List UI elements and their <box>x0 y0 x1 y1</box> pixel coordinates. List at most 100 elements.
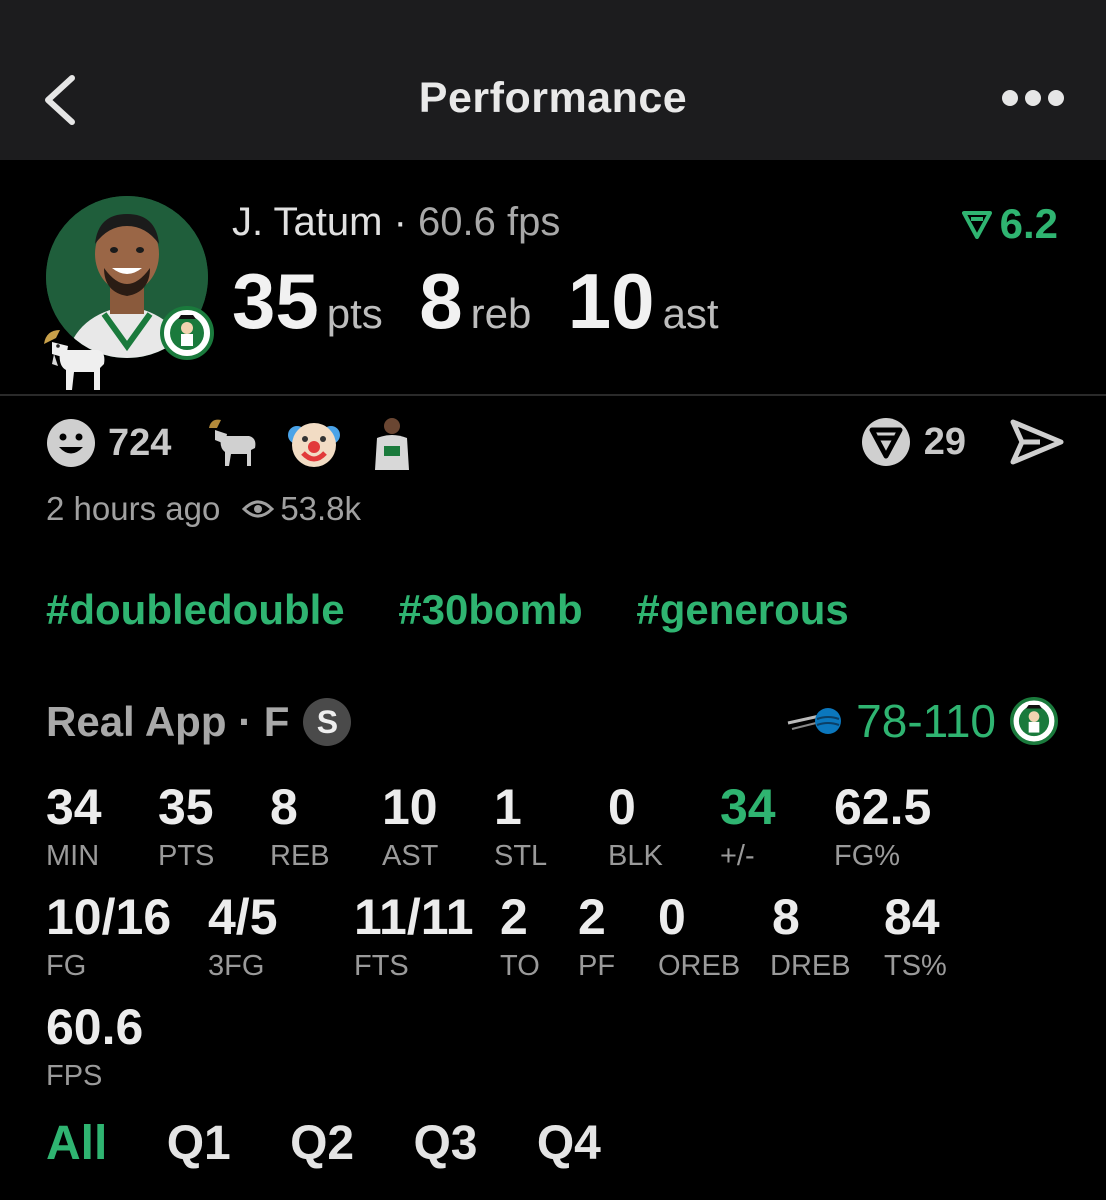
reactions-row: 724 <box>46 416 443 470</box>
stats-source: Real App · F S <box>46 698 352 746</box>
hashtag[interactable]: #generous <box>636 586 848 633</box>
clown-emoji-icon[interactable] <box>287 417 341 469</box>
stat-fg-pct: 62.5 FG% <box>834 782 931 873</box>
stat-value: 2 <box>578 889 606 945</box>
score-value: 78-110 <box>856 695 996 747</box>
stat-blk: 0 BLK <box>608 782 663 873</box>
hashtag[interactable]: #doubledouble <box>46 586 345 633</box>
stat-fts: 11/11 FTS <box>354 892 474 983</box>
headline-reb-label: reb <box>470 290 532 337</box>
post-actions: 29 <box>860 416 1064 468</box>
player-name-line[interactable]: J. Tatum · 60.6 fps <box>232 200 560 245</box>
magic-logo-icon <box>787 708 842 734</box>
stat-dreb: 8 DREB <box>770 892 851 983</box>
rating-badge: 6.2 <box>961 200 1058 248</box>
hashtags: #doubledouble #30bomb #generous <box>46 586 891 634</box>
stat-label: 3FG <box>208 950 265 982</box>
stat-to: 2 TO <box>500 892 540 983</box>
view-count-value: 53.8k <box>280 490 362 527</box>
stat-pf: 2 PF <box>578 892 615 983</box>
stat-label: AST <box>382 840 439 872</box>
tab-q1[interactable]: Q1 <box>167 1117 231 1170</box>
comments-icon[interactable] <box>860 416 912 468</box>
stat-plus-minus: 34 +/- <box>720 782 776 873</box>
player-fps: 60.6 fps <box>418 200 561 244</box>
stat-value: 34 <box>46 779 102 835</box>
goat-badge-icon <box>44 330 105 390</box>
comment-count: 29 <box>923 420 966 463</box>
stat-value: 84 <box>884 889 940 945</box>
post-meta: 2 hours ago 53.8k <box>46 490 361 528</box>
stat-label: TO <box>500 950 540 982</box>
quarter-tabs: All Q1 Q2 Q3 Q4 <box>46 1116 647 1171</box>
page-title: Performance <box>418 74 688 122</box>
tab-q2[interactable]: Q2 <box>290 1117 354 1170</box>
source-badge: S <box>303 698 352 746</box>
share-send-icon[interactable] <box>1010 418 1064 466</box>
stat-label: BLK <box>608 840 663 872</box>
stat-label: FG% <box>834 840 901 872</box>
reaction-count: 724 <box>108 421 172 464</box>
goat-emoji-icon[interactable] <box>205 418 259 468</box>
rating-triangle-icon <box>961 211 992 239</box>
stat-reb: 8 REB <box>270 782 330 873</box>
source-label: Real App · F <box>46 698 290 745</box>
headline-reb: 8 <box>419 257 463 345</box>
headline-pts: 35 <box>232 257 319 345</box>
headline-ast-label: ast <box>662 290 719 337</box>
stat-value: 1 <box>494 779 522 835</box>
hashtag[interactable]: #30bomb <box>398 586 582 633</box>
game-score[interactable]: 78-110 <box>786 694 1058 748</box>
celtics-logo-icon <box>160 306 214 360</box>
stat-ts-pct: 84 TS% <box>884 892 947 983</box>
stat-min: 34 MIN <box>46 782 102 873</box>
separator-dot: · <box>393 200 407 244</box>
divider <box>0 394 1106 396</box>
stat-label: REB <box>270 840 330 872</box>
view-count: 53.8k <box>242 490 361 528</box>
player-name[interactable]: J. Tatum <box>232 200 382 244</box>
celtics-logo-icon <box>1010 697 1058 745</box>
stat-oreb: 0 OREB <box>658 892 740 983</box>
stat-label: FTS <box>354 950 409 982</box>
stat-3fg: 4/5 3FG <box>208 892 278 983</box>
tab-q4[interactable]: Q4 <box>537 1117 601 1170</box>
stat-value: 60.6 <box>46 999 144 1055</box>
stat-stl: 1 STL <box>494 782 547 873</box>
headline-stats: 35 pts 8 reb 10 ast <box>232 256 751 347</box>
stat-value: 34 <box>720 779 776 835</box>
stat-label: FPS <box>46 1060 103 1092</box>
stat-value: 62.5 <box>834 779 932 835</box>
player-sticker-icon[interactable] <box>369 416 415 470</box>
stat-value: 4/5 <box>208 889 278 945</box>
stat-value: 0 <box>608 779 636 835</box>
post-time: 2 hours ago <box>46 490 221 527</box>
stat-value: 10 <box>382 779 438 835</box>
headline-pts-label: pts <box>326 290 383 337</box>
stat-value: 10/16 <box>46 889 172 945</box>
stat-label: STL <box>494 840 548 872</box>
smiley-reaction-icon[interactable] <box>46 418 96 468</box>
stat-value: 11/11 <box>354 889 474 945</box>
stat-label: FG <box>46 950 87 982</box>
tab-q3[interactable]: Q3 <box>413 1117 477 1170</box>
stat-fg: 10/16 FG <box>46 892 171 983</box>
nav-bar: Performance <box>0 0 1106 160</box>
stat-label: OREB <box>658 950 741 982</box>
stat-value: 8 <box>270 779 298 835</box>
stat-label: PTS <box>158 840 215 872</box>
stat-value: 35 <box>158 779 214 835</box>
eye-icon <box>242 500 275 518</box>
tab-all[interactable]: All <box>46 1117 107 1170</box>
more-options-icon[interactable] <box>1000 86 1066 110</box>
stat-label: TS% <box>884 950 947 982</box>
stat-label: PF <box>578 950 616 982</box>
stat-ast: 10 AST <box>382 782 438 873</box>
stat-pts: 35 PTS <box>158 782 214 873</box>
stat-label: MIN <box>46 840 100 872</box>
headline-ast: 10 <box>567 257 655 345</box>
stat-value: 8 <box>772 889 800 945</box>
stat-value: 0 <box>658 889 686 945</box>
stat-value: 2 <box>500 889 528 945</box>
stat-label: DREB <box>770 950 851 982</box>
